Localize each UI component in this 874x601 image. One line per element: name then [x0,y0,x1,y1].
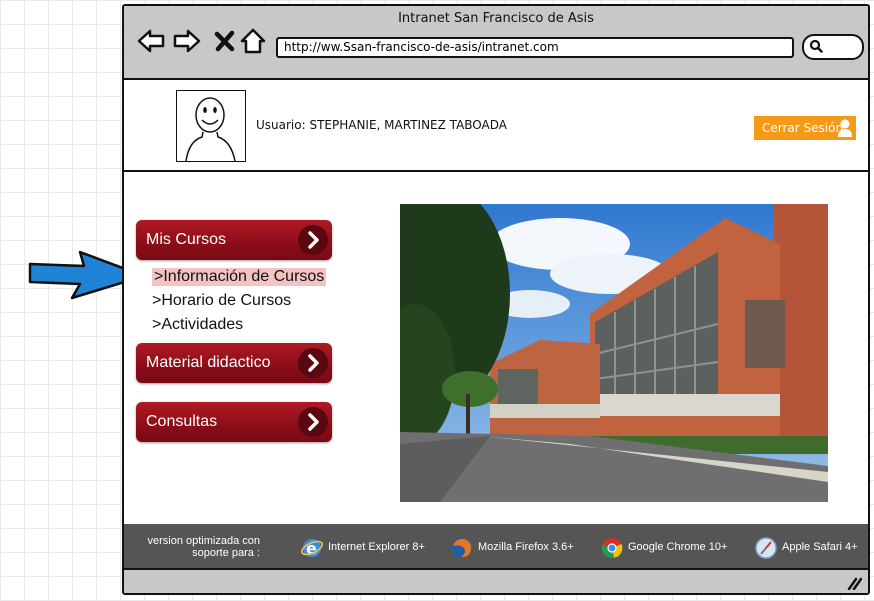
internet-explorer-icon: e [301,539,323,558]
user-name-label: Usuario: STEPHANIE, MARTINEZ TABOADA [256,118,507,132]
submenu-horario-cursos[interactable]: >Horario de Cursos [152,292,291,310]
browser-ie-label: Internet Explorer 8+ [328,541,425,553]
browser-safari-label: Apple Safari 4+ [782,541,858,553]
firefox-icon [452,538,472,558]
forward-arrow-icon[interactable] [172,26,202,56]
menu-mis-cursos-button[interactable]: Mis Cursos [136,220,332,260]
submenu-informacion-cursos[interactable]: >Información de Cursos [152,268,327,286]
logout-button[interactable]: Cerrar Sesión [754,116,856,140]
menu-consultas-button[interactable]: Consultas [136,402,332,442]
browser-firefox-label: Mozilla Firefox 3.6+ [478,541,574,553]
home-icon[interactable] [238,26,268,56]
resize-handle-icon[interactable] [846,576,862,590]
support-text-line: version optimizada con [147,535,260,547]
browser-chrome-label: Google Chrome 10+ [628,541,728,553]
school-building-photo [400,204,828,502]
window-title: Intranet San Francisco de Asis [398,11,594,26]
user-header: Usuario: STEPHANIE, MARTINEZ TABOADA Cer… [124,80,868,172]
menu-mis-cursos-label: Mis Cursos [146,231,227,248]
browser-window: Intranet San Francisco de Asis http://ww… [122,4,870,595]
safari-icon [755,537,777,559]
support-text-line: soporte para : [192,547,260,559]
avatar [176,90,246,162]
logout-label: Cerrar Sesión [762,121,844,135]
menu-consultas-label: Consultas [146,413,218,430]
status-bar [124,568,868,593]
menu-material-label: Material didactico [146,354,271,371]
user-face-icon [185,97,236,162]
menu-material-didactico-button[interactable]: Material didactico [136,343,332,383]
submenu-actividades[interactable]: >Actividades [152,316,243,334]
address-bar[interactable]: http://ww.Ssan-francisco-de-asis/intrane… [276,37,794,58]
chrome-icon [601,538,623,559]
close-icon[interactable] [210,26,240,56]
search-box[interactable] [802,34,864,60]
user-icon [838,119,852,137]
back-arrow-icon[interactable] [136,26,166,56]
title-bar: Intranet San Francisco de Asis http://ww… [124,6,868,80]
search-icon [809,39,823,53]
support-text: version optimizada con soporte para : [134,535,260,559]
chevron-right-icon [298,407,328,437]
browser-support-footer: version optimizada con soporte para : e … [124,524,868,568]
chevron-right-icon [298,348,328,378]
chevron-right-icon [298,225,328,255]
